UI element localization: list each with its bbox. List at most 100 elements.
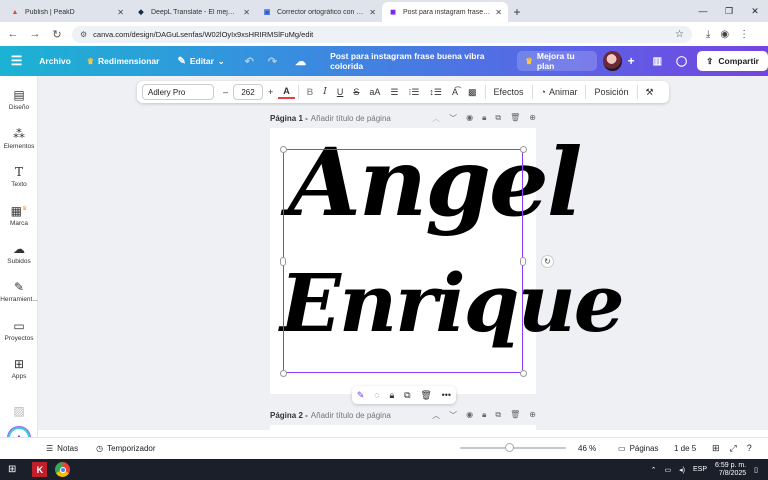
chevron-down-icon[interactable]: ﹀: [449, 410, 457, 421]
upgrade-plan-button[interactable]: ♛ Mejora tu plan: [517, 51, 598, 71]
lock-icon[interactable]: 🔒︎: [482, 113, 486, 124]
new-tab-button[interactable]: +: [508, 2, 526, 22]
add-page-icon[interactable]: ⊕: [529, 113, 536, 124]
font-size-input[interactable]: 262: [233, 84, 264, 100]
close-icon[interactable]: ✕: [117, 8, 124, 17]
add-collaborator-icon[interactable]: +: [628, 54, 635, 68]
forward-icon[interactable]: →: [28, 28, 42, 40]
page-title-placeholder[interactable]: Añadir título de página: [311, 114, 391, 123]
sidebar-item-projects[interactable]: ▭ Proyectos: [0, 319, 38, 342]
zoom-slider[interactable]: [460, 443, 566, 452]
sidebar-item-tools[interactable]: ✎ Herramient...: [0, 280, 38, 303]
strikethrough-icon[interactable]: S: [348, 81, 364, 103]
zoom-value[interactable]: 46 %: [578, 444, 596, 453]
underline-icon[interactable]: U: [332, 81, 349, 103]
resize-handle[interactable]: [520, 146, 527, 153]
chevron-up-icon[interactable]: ︿: [432, 410, 440, 421]
resize-handle[interactable]: [520, 257, 526, 266]
more-options-icon[interactable]: •••: [442, 390, 451, 400]
hamburger-menu-icon[interactable]: ☰: [0, 46, 33, 76]
close-icon[interactable]: ✕: [495, 8, 502, 17]
align-center-icon[interactable]: ☰: [385, 81, 403, 103]
font-family-select[interactable]: Adlery Pro: [142, 84, 214, 100]
download-icon[interactable]: ⤓: [706, 29, 710, 40]
back-icon[interactable]: ←: [6, 28, 20, 40]
spacing-icon[interactable]: ↕☰: [424, 81, 447, 103]
selection-box[interactable]: [283, 149, 523, 373]
browser-tab[interactable]: ▣ Corrector ortográfico con IA gr ✕: [256, 2, 382, 22]
lock-icon[interactable]: 🔒︎: [389, 390, 394, 401]
font-size-increase-button[interactable]: +: [263, 81, 278, 103]
volume-icon[interactable]: ◂): [679, 466, 685, 474]
browser-tab-active[interactable]: ◼ Post para instagram frase buena ✕: [382, 2, 508, 22]
letter-case-icon[interactable]: aA: [364, 81, 385, 103]
cloud-saved-icon[interactable]: ☁: [295, 46, 306, 76]
avatar[interactable]: [603, 51, 622, 71]
add-page-icon[interactable]: ⊕: [529, 410, 536, 421]
paint-format-icon[interactable]: ⚒: [641, 81, 659, 103]
comment-add-icon[interactable]: ◌: [374, 390, 379, 400]
magic-edit-icon[interactable]: ✎: [357, 390, 365, 401]
resize-handle[interactable]: [280, 146, 287, 153]
page-title-placeholder[interactable]: Añadir título de página: [311, 411, 391, 420]
effects-button[interactable]: Efectos: [489, 81, 529, 103]
redo-icon[interactable]: ↷: [268, 55, 277, 68]
resize-handle[interactable]: [520, 370, 527, 377]
tray-chevron-icon[interactable]: ⌃: [651, 466, 657, 474]
clock[interactable]: 6:59 p. m. 7/8/2025: [715, 462, 746, 477]
undo-icon[interactable]: ↶: [245, 55, 254, 68]
notifications-icon[interactable]: ▯: [754, 466, 758, 474]
sidebar-item-brand[interactable]: ▦♛ Marca: [0, 204, 38, 227]
close-icon[interactable]: ✕: [369, 8, 376, 17]
close-icon[interactable]: ✕: [243, 8, 250, 17]
document-title[interactable]: Post para instagram frase buena vibra co…: [330, 46, 505, 76]
animate-button[interactable]: ◔ Animar: [536, 81, 583, 103]
chrome-icon[interactable]: [55, 462, 71, 477]
delete-page-icon[interactable]: 🗑︎: [510, 410, 520, 421]
fullscreen-icon[interactable]: ⤢: [730, 443, 737, 454]
page-count[interactable]: 1 de 5: [674, 444, 696, 453]
lock-icon[interactable]: 🔒︎: [482, 410, 486, 421]
menu-dots-icon[interactable]: ⋮: [739, 29, 749, 40]
timer-button[interactable]: ◷ Temporizador: [96, 444, 155, 453]
profile-icon[interactable]: ◉: [720, 29, 729, 40]
delete-icon[interactable]: 🗑︎: [420, 390, 431, 401]
help-icon[interactable]: ?: [747, 443, 752, 454]
browser-tab[interactable]: ◆ DeepL Translate - El mejor tradu ✕: [130, 2, 256, 22]
position-button[interactable]: Posición: [589, 81, 633, 103]
resize-button[interactable]: ♛ Redimensionar: [87, 46, 160, 76]
edit-menu-button[interactable]: ✎ Editar ⌄: [177, 46, 224, 76]
file-menu-button[interactable]: Archivo: [39, 46, 71, 76]
sidebar-item-text[interactable]: T Texto: [0, 165, 38, 188]
resize-handle[interactable]: [280, 370, 287, 377]
resize-handle[interactable]: [280, 257, 286, 266]
font-size-decrease-button[interactable]: –: [218, 81, 233, 103]
reload-icon[interactable]: ↻: [50, 28, 64, 41]
site-info-icon[interactable]: ⚙: [80, 30, 87, 39]
network-icon[interactable]: ▭: [665, 466, 672, 474]
analytics-icon[interactable]: ▥: [653, 56, 662, 67]
duplicate-page-icon[interactable]: ⧉: [495, 410, 501, 421]
minimize-icon[interactable]: —: [690, 0, 716, 22]
eye-icon[interactable]: ◉: [466, 113, 473, 124]
duplicate-page-icon[interactable]: ⧉: [495, 113, 501, 124]
chevron-down-icon[interactable]: ﹀: [449, 113, 457, 124]
transparency-icon[interactable]: ▩: [463, 81, 482, 103]
eye-icon[interactable]: ◉: [466, 410, 473, 421]
zoom-slider-knob[interactable]: [504, 443, 514, 452]
bold-icon[interactable]: B: [302, 81, 319, 103]
sidebar-item-design[interactable]: ▤ Diseño: [0, 88, 38, 111]
browser-tab[interactable]: ▲ Publish | PeakD ✕: [4, 2, 130, 22]
duplicate-icon[interactable]: ⧉: [404, 390, 410, 401]
text-path-icon[interactable]: A͡: [447, 81, 463, 103]
url-field[interactable]: ⚙ canva.com/design/DAGuLsenfas/W02lOyIx9…: [72, 25, 692, 43]
list-icon[interactable]: ⁝☰: [403, 81, 424, 103]
close-window-icon[interactable]: ✕: [742, 0, 768, 22]
start-icon[interactable]: ⊞: [8, 464, 16, 475]
design-page-2[interactable]: [270, 425, 536, 437]
app-icon[interactable]: K: [32, 462, 48, 477]
grid-view-icon[interactable]: ⊞: [712, 443, 720, 454]
restore-icon[interactable]: ❐: [716, 0, 742, 22]
sidebar-item-uploads[interactable]: ☁ Subidos: [0, 242, 38, 265]
text-color-icon[interactable]: A: [278, 85, 295, 99]
